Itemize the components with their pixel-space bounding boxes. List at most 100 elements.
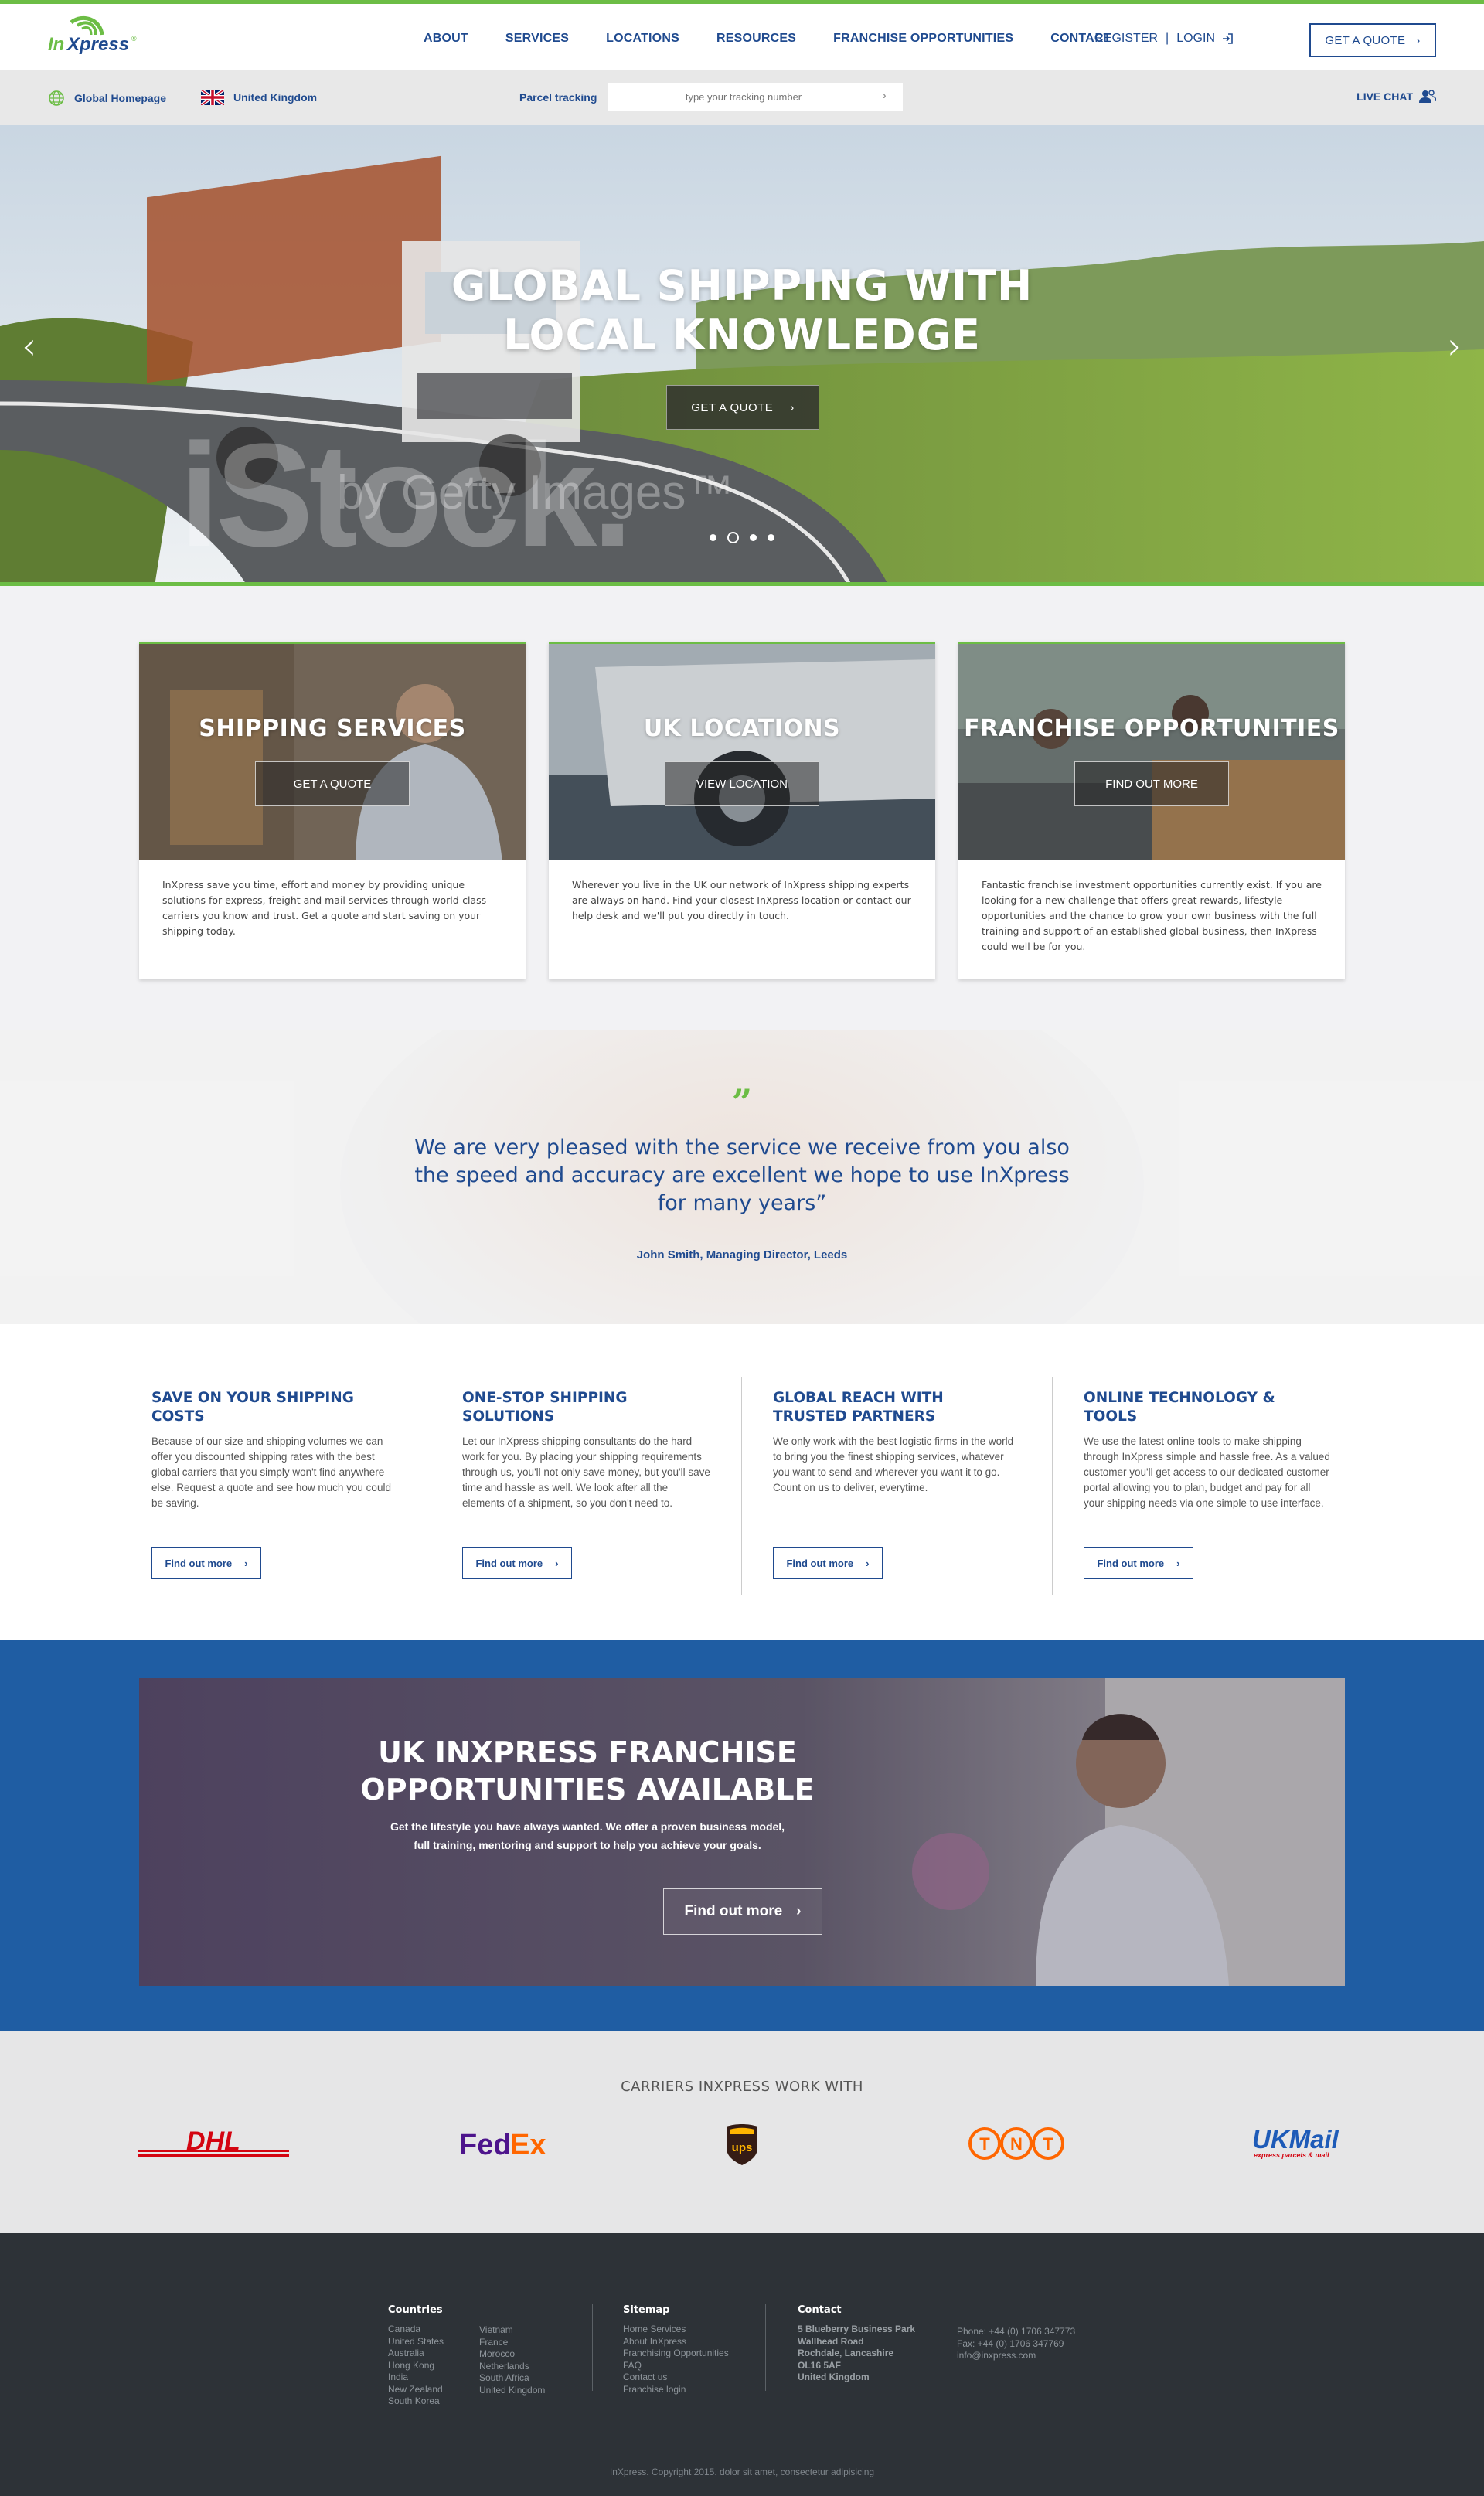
footer-email-link[interactable]: info@inxpress.com: [957, 2350, 1036, 2361]
nav-franchise-opportunities[interactable]: FRANCHISE OPPORTUNITIES: [833, 32, 1013, 46]
card-find-out-more-button[interactable]: FIND OUT MORE: [1074, 761, 1229, 806]
nav-resources[interactable]: RESOURCES: [716, 32, 796, 46]
footer-address-line: Rochdale, Lancashire: [798, 2348, 894, 2358]
footer-countries: Countries Canada United States Australia…: [388, 2304, 444, 2408]
carousel-dots: [710, 532, 785, 543]
footer-country-link[interactable]: Canada: [388, 2324, 420, 2334]
footer-sitemap: Sitemap Home Services About InXpress Fra…: [623, 2304, 729, 2396]
feature-button-label: Find out more: [1097, 1557, 1165, 1569]
feature-find-out-more-button[interactable]: Find out more ›: [773, 1547, 883, 1579]
footer-country-link[interactable]: New Zealand: [388, 2384, 443, 2395]
footer-sitemap-link[interactable]: Franchise login: [623, 2384, 686, 2395]
franchise-find-out-more-button[interactable]: Find out more ›: [663, 1888, 822, 1935]
card-get-quote-button[interactable]: GET A QUOTE: [255, 761, 410, 806]
card-franchise-opportunities: FRANCHISE OPPORTUNITIES FIND OUT MORE Fa…: [958, 642, 1345, 979]
footer-phone: Phone: +44 (0) 1706 347773: [957, 2326, 1076, 2337]
feature-find-out-more-button[interactable]: Find out more ›: [462, 1547, 572, 1579]
footer-country-link[interactable]: Hong Kong: [388, 2360, 434, 2371]
card-description: Fantastic franchise investment opportuni…: [982, 879, 1322, 952]
card-view-location-button[interactable]: VIEW LOCATION: [665, 761, 819, 806]
footer-country-link[interactable]: Vietnam: [479, 2324, 513, 2335]
footer-sitemap-link[interactable]: Contact us: [623, 2372, 667, 2382]
login-icon[interactable]: [1221, 32, 1234, 45]
footer-country-link[interactable]: South Korea: [388, 2396, 440, 2406]
header-get-quote-label: GET A QUOTE: [1325, 33, 1406, 47]
footer-country-link[interactable]: South Africa: [479, 2372, 529, 2383]
ukmail-logo[interactable]: UKMail express parcels & mail: [1252, 2125, 1353, 2161]
quote-mark-icon: ”: [731, 1081, 753, 1123]
nav-locations[interactable]: LOCATIONS: [606, 32, 679, 46]
footer-country-link[interactable]: France: [479, 2337, 508, 2348]
footer-country-link[interactable]: Australia: [388, 2348, 424, 2358]
register-link[interactable]: REGISTER: [1094, 32, 1158, 46]
footer-sitemap-link[interactable]: Home Services: [623, 2324, 686, 2334]
fedex-logo[interactable]: Fed Ex: [459, 2127, 555, 2161]
tnt-logo-letter-2: N: [1010, 2134, 1023, 2154]
feature-text: We only work with the best logistic firm…: [773, 1435, 1014, 1493]
nav-services[interactable]: SERVICES: [505, 32, 569, 46]
feature-text: Because of our size and shipping volumes…: [151, 1435, 391, 1509]
carousel-dot-4[interactable]: [768, 534, 774, 541]
nav-about[interactable]: ABOUT: [424, 32, 468, 46]
dhl-logo[interactable]: DHL: [138, 2130, 289, 2161]
main-nav: ABOUT SERVICES LOCATIONS RESOURCES FRANC…: [424, 32, 1149, 46]
tracking-submit-icon[interactable]: ›: [883, 89, 887, 101]
testimonial-author: John Smith, Managing Director, Leeds: [636, 1248, 848, 1262]
franchise-title: UK INXPRESS FRANCHISE OPPORTUNITIES AVAI…: [139, 1734, 1036, 1808]
users-icon: [1419, 90, 1436, 103]
carousel-next-arrow-icon[interactable]: ›: [1448, 325, 1462, 368]
card-description: Wherever you live in the UK our network …: [572, 879, 911, 921]
footer-address-line: United Kingdom: [798, 2372, 870, 2382]
fedex-logo-ex: Ex: [510, 2129, 546, 2161]
header-get-quote-button[interactable]: GET A QUOTE ›: [1309, 23, 1436, 57]
feature-find-out-more-button[interactable]: Find out more ›: [151, 1547, 261, 1579]
footer-country-link[interactable]: Morocco: [479, 2348, 515, 2359]
carousel-dot-2[interactable]: [727, 532, 739, 543]
footer-fax: Fax: +44 (0) 1706 347769: [957, 2338, 1064, 2349]
dhl-logo-text: DHL: [186, 2130, 240, 2156]
hero-get-quote-button[interactable]: GET A QUOTE ›: [666, 385, 819, 430]
tnt-logo[interactable]: T N T: [968, 2125, 1065, 2162]
footer-country-link[interactable]: United States: [388, 2336, 444, 2347]
footer-contact: Contact 5 Blueberry Business Park Wallhe…: [798, 2304, 915, 2384]
uk-flag-icon: [201, 90, 224, 105]
country-selector[interactable]: United Kingdom: [201, 90, 317, 105]
chevron-right-icon: ›: [866, 1557, 870, 1569]
feature-title: GLOBAL REACH WITH TRUSTED PARTNERS: [773, 1390, 944, 1425]
carousel-dot-1[interactable]: [710, 534, 716, 541]
inxpress-logo[interactable]: In Xpress ®: [48, 15, 156, 58]
ukmail-logo-text: UKMail: [1252, 2125, 1339, 2154]
footer-sitemap-link[interactable]: FAQ: [623, 2360, 642, 2371]
header: In Xpress ® ABOUT SERVICES LOCATIONS RES…: [0, 4, 1484, 70]
feature-find-out-more-button[interactable]: Find out more ›: [1084, 1547, 1193, 1579]
live-chat-link[interactable]: LIVE CHAT: [1356, 90, 1436, 104]
feature-save-costs: SAVE ON YOUR SHIPPING COSTS Because of o…: [121, 1377, 431, 1595]
footer-sitemap-link[interactable]: About InXpress: [623, 2336, 686, 2347]
feature-text: We use the latest online tools to make s…: [1084, 1435, 1330, 1509]
card-description: InXpress save you time, effort and money…: [162, 879, 487, 937]
footer-country-link[interactable]: United Kingdom: [479, 2385, 545, 2396]
footer-country-link[interactable]: India: [388, 2372, 408, 2382]
card-image: FRANCHISE OPPORTUNITIES FIND OUT MORE: [958, 642, 1345, 860]
tracking-number-input[interactable]: [608, 83, 903, 111]
carousel-prev-arrow-icon[interactable]: ‹: [22, 325, 36, 368]
card-shipping-services: SHIPPING SERVICES GET A QUOTE InXpress s…: [139, 642, 526, 979]
franchise-section: UK INXPRESS FRANCHISE OPPORTUNITIES AVAI…: [0, 1640, 1484, 2031]
utility-bar: Global Homepage United Kingdom Parcel tr…: [0, 70, 1484, 125]
van-wheel-image: [549, 644, 935, 860]
login-link[interactable]: LOGIN: [1176, 32, 1215, 46]
country-label: United Kingdom: [233, 91, 318, 104]
global-homepage-link[interactable]: Global Homepage: [48, 90, 166, 107]
card-uk-locations: UK LOCATIONS VIEW LOCATION Wherever you …: [549, 642, 935, 979]
footer-country-link[interactable]: Netherlands: [479, 2361, 529, 2372]
ukmail-tagline: express parcels & mail: [1254, 2151, 1329, 2159]
carousel-dot-3[interactable]: [750, 534, 757, 541]
footer-divider: [592, 2304, 593, 2391]
tnt-logo-letter-1: T: [979, 2134, 990, 2154]
auth-links: REGISTER | LOGIN: [1094, 32, 1234, 46]
ups-logo[interactable]: ups: [725, 2123, 759, 2165]
feature-online-technology: ONLINE TECHNOLOGY & TOOLS We use the lat…: [1053, 1377, 1363, 1595]
feature-title: ONE-STOP SHIPPING SOLUTIONS: [462, 1390, 628, 1425]
chevron-right-icon: ›: [1416, 33, 1421, 47]
footer-sitemap-link[interactable]: Franchising Opportunities: [623, 2348, 729, 2358]
